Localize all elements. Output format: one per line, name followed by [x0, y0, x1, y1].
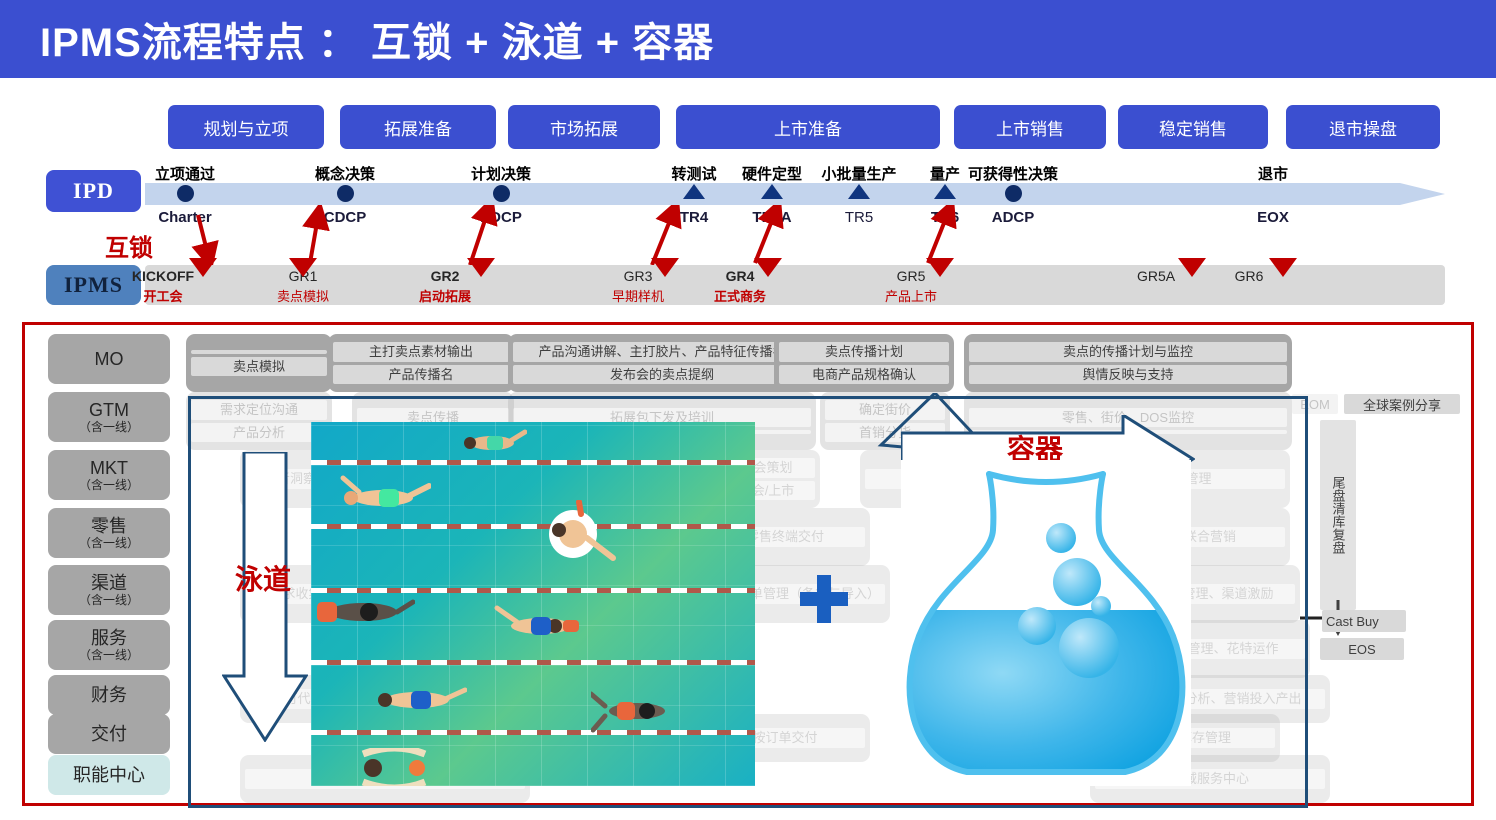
lane-label-0[interactable]: MO [48, 334, 170, 384]
phase-button-3[interactable]: 上市准备 [676, 105, 940, 149]
phase-button-5[interactable]: 稳定销售 [1118, 105, 1268, 149]
swimlane-annotation-label: 泳道 [234, 564, 291, 595]
ipms-gate-marker-icon [289, 258, 317, 277]
eos-cell: EOS [1320, 638, 1404, 660]
lane-label-name: 交付 [91, 723, 127, 744]
phase-button-6[interactable]: 退市操盘 [1286, 105, 1440, 149]
ipd-test-triangle-icon [848, 184, 870, 199]
ipd-decision-dot-icon [337, 185, 354, 202]
ipd-decision-dot-icon [1005, 185, 1022, 202]
lane-activity-cell: 电商产品规格确认 [779, 364, 949, 385]
page-header: IPMS流程特点 ： 互锁 + 泳道 + 容器 [0, 0, 1496, 78]
lane-activity-group[interactable]: 产品沟通讲解、主打胶片、产品特征传播名 发布会的卖点提纲 [508, 334, 816, 392]
ipms-gate-marker-icon [926, 258, 954, 277]
swimmer-icon [591, 691, 665, 733]
lane-label-name: 渠道 [91, 572, 127, 593]
lane-label-2[interactable]: MKT （含一线） [48, 450, 170, 500]
ipms-gate-marker-icon [467, 258, 495, 277]
swimlane-arrow-annotation [222, 452, 308, 742]
lane-activity-group[interactable]: 卖点模拟 [186, 334, 332, 392]
ipms-gate-sub-2: 启动拓展 [418, 289, 471, 304]
ipms-gate-sub-5: 产品上市 [884, 289, 937, 304]
swimming-pool-image [311, 422, 755, 786]
lane-label-name: MKT [90, 457, 128, 478]
lane-activity-cell: 产品沟通讲解、主打胶片、产品特征传播名 [513, 341, 811, 362]
tail-review-cell: 尾盘清库复盘 [1320, 420, 1356, 610]
lane-label-8[interactable]: 职能中心 [48, 755, 170, 795]
lane-activity-cell: 发布会的卖点提纲 [513, 364, 811, 385]
phase-button-4[interactable]: 上市销售 [954, 105, 1106, 149]
ipd-milestone-top-1: 概念决策 [314, 166, 375, 183]
swimmer-icon [340, 475, 431, 507]
ipms-gate-marker-icon [651, 258, 679, 277]
ipd-test-triangle-icon [761, 184, 783, 199]
ipms-gate-sub-0: 开工会 [143, 289, 183, 304]
flask-illustration [901, 460, 1191, 786]
lane-activity-cell [191, 349, 327, 354]
lane-label-6[interactable]: 财务 [48, 675, 170, 715]
lane-label-3[interactable]: 零售 （含一线） [48, 508, 170, 558]
ipms-gate-marker-icon [754, 258, 782, 277]
ipd-decision-dot-icon [177, 185, 194, 202]
ipms-gate-sub-1: 卖点模拟 [276, 289, 329, 304]
ipms-gate-marker-icon [1269, 258, 1297, 277]
lane-label-sub: （含一线） [78, 477, 139, 492]
tail-review-label: 尾盘清库复盘 [1330, 476, 1346, 554]
lane-label-name: 职能中心 [73, 764, 145, 785]
swimmer-icon [378, 687, 467, 709]
lane-activity-group[interactable]: 卖点的传播计划与监控 舆情反映与支持 [964, 334, 1292, 392]
lane-activity-cell: 卖点模拟 [191, 356, 327, 377]
lane-rope [311, 524, 755, 529]
lane-activity-cell: 舆情反映与支持 [969, 364, 1287, 385]
lane-label-sub: （含一线） [78, 535, 139, 550]
cast-buy-cell: Cast Buy [1322, 610, 1406, 632]
swimmer-icon [361, 748, 427, 786]
lane-label-name: GTM [89, 399, 129, 420]
lane-rope [311, 660, 755, 665]
ipd-test-triangle-icon [934, 184, 956, 199]
swimmer-icon [549, 500, 616, 561]
ipd-test-triangle-icon [683, 184, 705, 199]
ipd-decision-dot-icon [493, 185, 510, 202]
lane-activity-cell: 卖点传播计划 [779, 341, 949, 362]
ipd-milestone-top-0: 立项通过 [154, 166, 215, 183]
ipms-gate-sub-3: 早期样机 [611, 289, 664, 304]
lane-activity-cell: 产品传播名 [333, 364, 509, 385]
lane-activity-cell: 主打卖点素材输出 [333, 341, 509, 362]
swimmer-icon [494, 605, 579, 635]
lane-label-sub: （含一线） [78, 419, 139, 434]
lane-label-7[interactable]: 交付 [48, 714, 170, 754]
lane-activity-group[interactable]: 主打卖点素材输出 产品传播名 [328, 334, 514, 392]
eom-cell: EOM [1292, 394, 1338, 414]
swimmer-icon [464, 429, 527, 450]
lane-label-name: MO [94, 348, 124, 369]
lane-label-5[interactable]: 服务 （含一线） [48, 620, 170, 670]
phase-button-0[interactable]: 规划与立项 [168, 105, 324, 149]
phase-button-1[interactable]: 拓展准备 [340, 105, 496, 149]
ipms-gate-sub-4: 正式商务 [713, 289, 766, 304]
lane-rope [311, 460, 755, 465]
ipd-milestone-top-7: 可获得性决策 [967, 166, 1058, 183]
ipms-gate-marker-icon [189, 258, 217, 277]
lane-label-4[interactable]: 渠道 （含一线） [48, 565, 170, 615]
lane-label-sub: （含一线） [78, 592, 139, 607]
swimmer-icon [317, 599, 415, 622]
lane-rope [311, 730, 755, 735]
lane-activity-group[interactable]: 卖点传播计划 电商产品规格确认 [774, 334, 954, 392]
lane-label-1[interactable]: GTM （含一线） [48, 392, 170, 442]
phase-button-2[interactable]: 市场拓展 [508, 105, 660, 149]
ipd-milestone-top-8: 退市 [1257, 166, 1288, 183]
lane-label-name: 服务 [91, 627, 127, 648]
global-case-cell: 全球案例分享 [1344, 394, 1460, 414]
lane-activity-cell: 卖点的传播计划与监控 [969, 341, 1287, 362]
page-title: IPMS流程特点 ： 互锁 + 泳道 + 容器 [40, 21, 715, 65]
lane-label-name: 零售 [91, 515, 127, 536]
lane-label-sub: （含一线） [78, 647, 139, 662]
lane-activity-cell: 需求定位沟通 [191, 399, 327, 420]
ipd-milestone-top-2: 计划决策 [470, 166, 531, 183]
lane-activity-cell: 产品分析 [191, 422, 327, 443]
lane-label-name: 财务 [91, 684, 127, 705]
plus-icon [800, 575, 848, 623]
